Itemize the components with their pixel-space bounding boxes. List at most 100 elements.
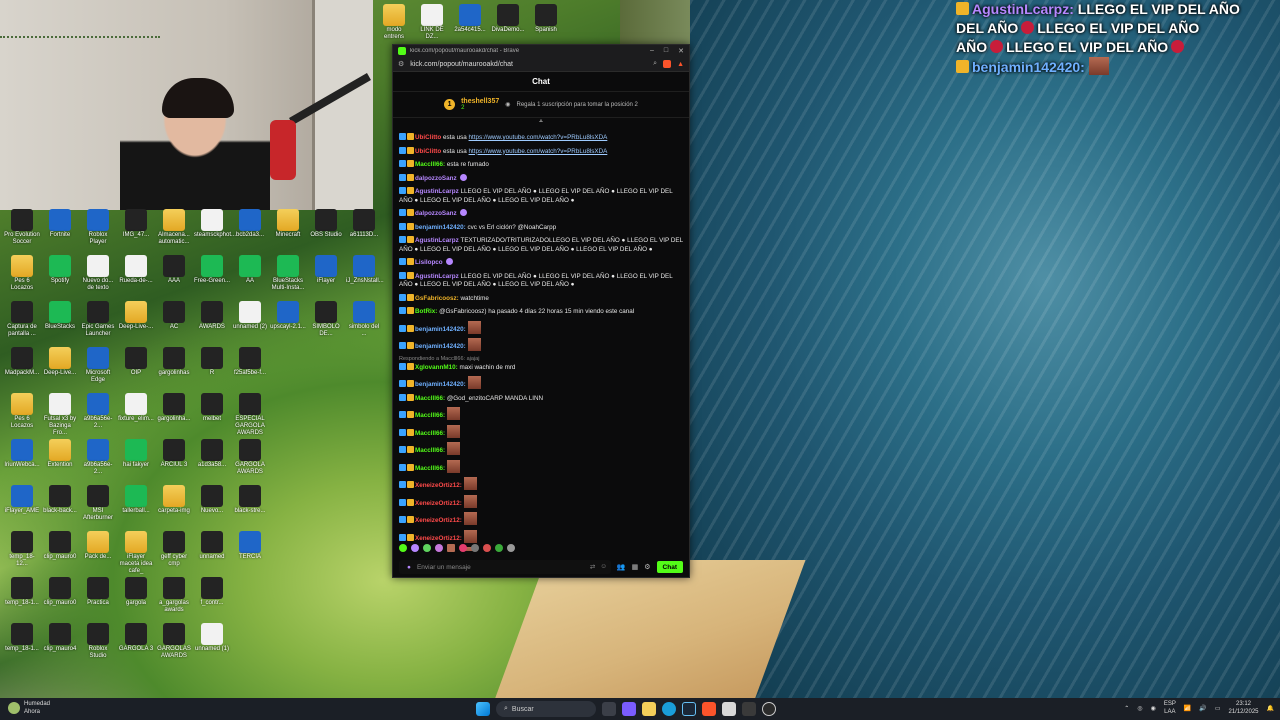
windows-start-icon[interactable] bbox=[476, 702, 490, 716]
desktop-icon[interactable]: carpeta-img bbox=[156, 485, 192, 515]
chat-username[interactable]: benjamin142420: bbox=[415, 224, 468, 231]
battery-icon[interactable]: ▭ bbox=[1215, 705, 1221, 712]
window-titlebar[interactable]: kick.com/popout/maurooakd/chat - Brave –… bbox=[393, 45, 689, 57]
maximize-icon[interactable]: □ bbox=[664, 47, 668, 55]
desktop-icon[interactable]: AWARDS bbox=[194, 301, 230, 331]
emote-icon[interactable] bbox=[459, 544, 467, 552]
desktop-icon[interactable]: fixture_elim... bbox=[118, 393, 154, 423]
desktop-icon[interactable]: 2a54c415... bbox=[452, 4, 488, 34]
chat-link[interactable]: https://www.youtube.com/watch?v=PRbLu8ls… bbox=[469, 148, 608, 155]
obs-icon[interactable] bbox=[762, 702, 776, 716]
desktop-icon[interactable]: iFlayer_AME bbox=[4, 485, 40, 515]
chat-username[interactable]: benjamin142420: bbox=[415, 326, 468, 333]
chat-username[interactable]: Lisilopco bbox=[415, 259, 444, 266]
chat-username[interactable]: Macclll66: bbox=[415, 395, 447, 402]
desktop-icon[interactable]: a_gargolas awards bbox=[156, 577, 192, 614]
desktop-icon[interactable]: gargolinha... bbox=[156, 393, 192, 423]
desktop-icon[interactable]: Practica bbox=[80, 577, 116, 607]
pinned-username[interactable]: theshell357 bbox=[461, 98, 499, 105]
desktop-icon[interactable]: Nuevo do... de texto bbox=[80, 255, 116, 292]
desktop-icon[interactable]: a1d3a58... bbox=[194, 439, 230, 469]
desktop-icon[interactable]: unnamed (2) bbox=[232, 301, 268, 331]
desktop-icon[interactable]: GARGOLAS AWARDS bbox=[156, 623, 192, 660]
chat-username[interactable]: XeneizeOrtiz12: bbox=[415, 482, 464, 489]
emote-icon[interactable] bbox=[507, 544, 515, 552]
desktop-icon[interactable]: AAA bbox=[156, 255, 192, 285]
desktop-icon[interactable]: DivaDemo... bbox=[490, 4, 526, 34]
users-icon[interactable]: 👥 bbox=[617, 563, 626, 571]
desktop-icon[interactable]: f_contr... bbox=[194, 577, 230, 607]
desktop-icon[interactable]: Nuevo... bbox=[194, 485, 230, 515]
desktop-icon[interactable]: clip_mauro0 bbox=[42, 531, 78, 561]
desktop-icon[interactable]: iFlayer maceta idea cafe_ bbox=[118, 531, 154, 575]
desktop-icon[interactable]: modo entrens bbox=[376, 4, 412, 41]
chat-username[interactable]: AgustinLcarpz bbox=[415, 237, 460, 244]
desktop-icon[interactable]: OBS Studio bbox=[308, 209, 344, 239]
steam-icon[interactable] bbox=[682, 702, 696, 716]
widgets-icon[interactable] bbox=[622, 702, 636, 716]
chat-username[interactable]: AgustinLcarpz bbox=[415, 188, 460, 195]
desktop-icon[interactable]: temp_18-1... bbox=[4, 577, 40, 607]
chat-username[interactable]: Macclll66: bbox=[415, 465, 447, 472]
desktop-icon[interactable]: clip_mauro4 bbox=[42, 623, 78, 653]
desktop-icon[interactable]: OIP bbox=[118, 347, 154, 377]
chat-link[interactable]: https://www.youtube.com/watch?v=PRbLu8ls… bbox=[469, 134, 608, 141]
app-icon[interactable] bbox=[742, 702, 756, 716]
desktop-icon[interactable]: Spanish bbox=[528, 4, 564, 34]
emoji-icon[interactable]: ☺ bbox=[600, 563, 607, 571]
desktop-icon[interactable]: Epic Games Launcher bbox=[80, 301, 116, 338]
desktop-icon[interactable]: Pack de... bbox=[80, 531, 116, 561]
language-indicator[interactable]: ESP LAA bbox=[1164, 700, 1176, 716]
desktop-icon[interactable]: Pes 6 Locazos bbox=[4, 393, 40, 430]
chat-username[interactable]: Macclll66: bbox=[415, 161, 447, 168]
send-chat-button[interactable]: Chat bbox=[656, 561, 683, 573]
desktop-icon[interactable]: hai fakyer bbox=[118, 439, 154, 469]
desktop-icon[interactable]: black-back... bbox=[42, 485, 78, 515]
translate-icon[interactable]: ⇄ bbox=[590, 563, 595, 571]
desktop-icon[interactable]: MadpackM... bbox=[4, 347, 40, 377]
brave-taskbar-icon[interactable] bbox=[702, 702, 716, 716]
desktop-icon[interactable]: black-stre... bbox=[232, 485, 268, 515]
chat-username[interactable]: UbiClitto bbox=[415, 134, 443, 141]
desktop-icon[interactable]: Futsal x3 by Bazinga Fro... bbox=[42, 393, 78, 437]
emote-icon[interactable] bbox=[447, 544, 455, 552]
desktop-icon[interactable]: a61113D... bbox=[346, 209, 382, 239]
chat-username[interactable]: AgustinLcarpz bbox=[415, 273, 460, 280]
chat-username[interactable]: benjamin142420: bbox=[415, 343, 468, 350]
emote-icon[interactable] bbox=[411, 544, 419, 552]
desktop-icon[interactable]: GARGOLA AWARDS bbox=[232, 439, 268, 476]
settings-gear-icon[interactable]: ⚙ bbox=[644, 563, 650, 571]
emote-icon[interactable] bbox=[423, 544, 431, 552]
address-bar[interactable]: ⚙ kick.com/popout/maurooakd/chat ⌕ ▲ bbox=[393, 57, 689, 72]
desktop-icon[interactable]: gargola bbox=[118, 577, 154, 607]
task-view-icon[interactable] bbox=[602, 702, 616, 716]
desktop-icon[interactable]: melbet bbox=[194, 393, 230, 423]
emote-icon[interactable] bbox=[471, 544, 479, 552]
desktop-icon[interactable]: Deep-Live-... bbox=[118, 301, 154, 331]
desktop-icon[interactable]: TERCIA bbox=[232, 531, 268, 561]
desktop-icon[interactable]: Pro Evolution Soccer bbox=[4, 209, 40, 246]
brave-shields-icon[interactable] bbox=[663, 60, 672, 68]
desktop-icon[interactable]: Minecraft bbox=[270, 209, 306, 239]
desktop-icon[interactable]: unnamed bbox=[194, 531, 230, 561]
chat-username[interactable]: XeneizeOrtiz12: bbox=[415, 535, 464, 542]
desktop-icon[interactable]: gargolinhas bbox=[156, 347, 192, 377]
desktop-icon[interactable]: steamsckphot... bbox=[194, 209, 236, 239]
desktop-icon[interactable]: bcb2da3... bbox=[232, 209, 268, 239]
desktop-icon[interactable]: Rueda-de-... bbox=[118, 255, 154, 285]
desktop-icon[interactable]: clip_mauro0 bbox=[42, 577, 78, 607]
desktop-icon[interactable]: a9b6a56e-2... bbox=[80, 439, 116, 476]
taskbar-search[interactable]: ⌕ Buscar bbox=[496, 701, 596, 717]
desktop-icon[interactable]: Free-Green... bbox=[194, 255, 230, 285]
chat-username[interactable]: Macclll66: bbox=[415, 412, 447, 419]
desktop-icon[interactable]: BlueStacks bbox=[42, 301, 78, 331]
desktop-icon[interactable]: IriunWebca... bbox=[4, 439, 40, 469]
emote-icon[interactable] bbox=[399, 544, 407, 552]
chat-username[interactable]: Macclll66: bbox=[415, 447, 447, 454]
desktop-icon[interactable]: ARCIUL 3 bbox=[156, 439, 192, 469]
chat-username[interactable]: Macclll66: bbox=[415, 430, 447, 437]
desktop-icon[interactable]: Roblox Studio bbox=[80, 623, 116, 660]
desktop-icon[interactable]: Captura de pantalla ... bbox=[4, 301, 40, 338]
desktop-icon[interactable]: unnamed (1) bbox=[194, 623, 230, 653]
desktop-icon[interactable]: SIMBOLO DE... bbox=[308, 301, 344, 338]
